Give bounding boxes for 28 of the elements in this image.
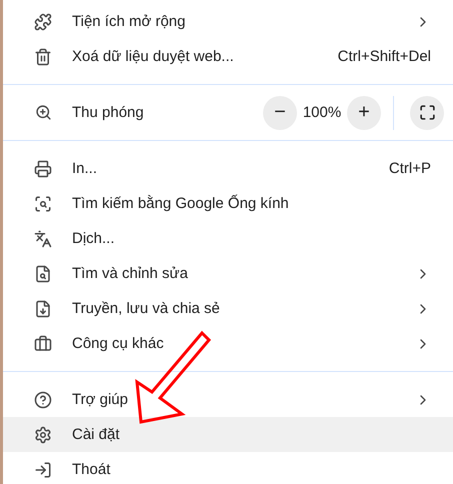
menu-item[interactable]: Thoát [3, 452, 453, 484]
printer-icon [33, 158, 53, 178]
puzzle-icon [33, 12, 53, 32]
zoom-out-button[interactable]: − [263, 96, 297, 130]
trash-icon [33, 46, 53, 66]
menu-item[interactable]: Cài đặt [3, 417, 453, 452]
menu-item[interactable]: Công cụ khác [3, 326, 453, 361]
menu-item[interactable]: Truyền, lưu và chia sẻ [3, 291, 453, 326]
settings-icon [33, 424, 53, 444]
fullscreen-icon [418, 104, 436, 121]
zoom-in-button[interactable]: + [347, 96, 381, 130]
menu-item-label: Thu phóng [72, 104, 145, 121]
translate-icon [33, 228, 53, 248]
shortcut-text: Ctrl+P [388, 160, 431, 177]
menu-item[interactable]: Tiện ích mở rộng [3, 4, 453, 39]
menu-item[interactable]: In... Ctrl+P [3, 151, 453, 186]
menu-item[interactable]: Dịch... [3, 221, 453, 256]
scan-search-icon [33, 194, 53, 214]
menu-item[interactable]: Xoá dữ liệu duyệt web... Ctrl+Shift+Del [3, 39, 453, 74]
menu-item[interactable]: Trợ giúp [3, 382, 453, 417]
sign-in-icon [33, 460, 53, 480]
briefcase-icon [33, 334, 53, 354]
zoom-level: 100% [302, 104, 342, 121]
fullscreen-button[interactable] [410, 96, 444, 130]
shortcut-text: Ctrl+Shift+Del [338, 48, 431, 65]
menu-item[interactable]: Tìm và chỉnh sửa [3, 256, 453, 291]
menu-item[interactable]: Tìm kiếm bằng Google Ống kính [3, 186, 453, 221]
help-icon [33, 390, 53, 410]
